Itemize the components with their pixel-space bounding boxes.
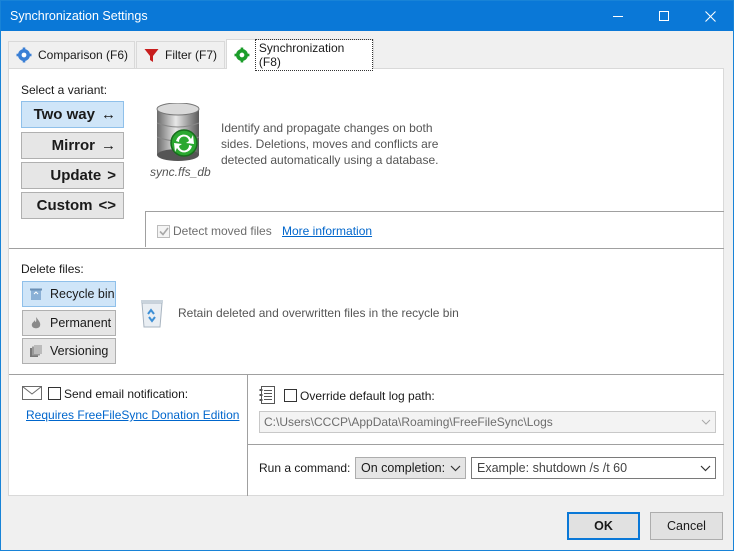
delete-permanent-button[interactable]: Permanent — [22, 310, 116, 336]
run-command-placeholder: Example: shutdown /s /t 60 — [477, 461, 628, 475]
variant-custom-button[interactable]: Custom <> — [21, 192, 124, 219]
delete-permanent-label: Permanent — [50, 316, 112, 330]
gear-blue-icon — [16, 47, 32, 63]
ok-button[interactable]: OK — [567, 512, 640, 540]
variant-mirror-button[interactable]: Mirror → — [21, 132, 124, 159]
sync-panel: Select a variant: Two way ↔ Mirror → Upd… — [8, 68, 724, 496]
minimize-icon — [613, 16, 623, 17]
maximize-button[interactable] — [641, 1, 687, 31]
variant-two-way-label: Two way — [33, 106, 95, 123]
section-divider — [9, 374, 724, 375]
override-log-path-checkbox[interactable] — [284, 389, 297, 402]
minimize-button[interactable] — [595, 1, 641, 31]
divider — [145, 211, 146, 247]
flame-icon — [31, 317, 41, 329]
run-command-when-value: On completion: — [361, 461, 446, 475]
cancel-label: Cancel — [667, 519, 706, 533]
delete-description: Retain deleted and overwritten files in … — [178, 306, 459, 320]
tab-filter[interactable]: Filter (F7) — [136, 41, 225, 68]
variant-custom-label: Custom — [36, 197, 93, 214]
run-command-label: Run a command: — [259, 461, 351, 475]
section-divider — [247, 374, 248, 496]
custom-arrows-icon: <> — [98, 197, 116, 214]
chevron-down-icon — [450, 465, 461, 472]
delete-versioning-label: Versioning — [50, 344, 109, 358]
database-sync-icon — [156, 103, 200, 161]
delete-versioning-button[interactable]: Versioning — [22, 338, 116, 364]
variant-heading: Select a variant: — [21, 83, 108, 97]
delete-heading: Delete files: — [21, 262, 84, 276]
more-information-link[interactable]: More information — [282, 224, 372, 238]
checkmark-icon — [158, 227, 169, 236]
funnel-icon — [144, 48, 159, 62]
divider — [145, 211, 724, 212]
variant-update-label: Update — [50, 167, 102, 184]
variant-update-button[interactable]: Update > — [21, 162, 124, 189]
maximize-icon — [659, 11, 669, 21]
window-title: Synchronization Settings — [10, 9, 148, 23]
tab-comparison[interactable]: Comparison (F6) — [8, 41, 135, 68]
log-path-input[interactable]: C:\Users\CCCP\AppData\Roaming\FreeFileSy… — [259, 411, 716, 433]
versioning-icon — [30, 345, 42, 357]
ok-label: OK — [594, 519, 613, 533]
log-file-icon — [259, 386, 275, 404]
tab-synchronization-label: Synchronization (F8) — [254, 38, 373, 71]
log-path-value: C:\Users\CCCP\AppData\Roaming\FreeFileSy… — [264, 415, 553, 429]
close-button[interactable] — [687, 1, 733, 31]
close-icon — [704, 10, 716, 22]
variant-mirror-label: Mirror — [51, 137, 95, 154]
delete-recycle-bin-label: Recycle bin — [50, 287, 115, 301]
email-notification-label: Send email notification: — [64, 387, 189, 401]
donation-edition-link[interactable]: Requires FreeFileSync Donation Edition — [26, 408, 239, 422]
chevron-down-icon — [701, 419, 711, 425]
override-log-path-label: Override default log path: — [300, 389, 435, 403]
section-divider — [9, 248, 724, 249]
recycle-bin-icon — [30, 288, 42, 300]
detect-moved-label: Detect moved files — [173, 224, 272, 238]
variant-two-way-button[interactable]: Two way ↔ — [21, 101, 124, 128]
run-command-when-select[interactable]: On completion: — [355, 457, 466, 479]
envelope-icon — [22, 386, 42, 400]
cancel-button[interactable]: Cancel — [650, 512, 723, 540]
run-command-input[interactable]: Example: shutdown /s /t 60 — [471, 457, 716, 479]
chevron-down-icon — [700, 465, 711, 472]
recycle-bin-large-icon — [141, 300, 163, 328]
two-way-arrow-icon: ↔ — [101, 106, 116, 123]
tab-comparison-label: Comparison (F6) — [38, 48, 129, 62]
tab-filter-label: Filter (F7) — [165, 48, 217, 62]
title-bar: Synchronization Settings — [1, 1, 733, 31]
gear-green-icon — [234, 47, 250, 62]
variant-description: Identify and propagate changes on both s… — [221, 121, 439, 167]
email-notification-checkbox[interactable] — [48, 387, 61, 400]
tab-synchronization[interactable]: Synchronization (F8) — [226, 38, 374, 71]
right-arrow-icon: → — [101, 137, 116, 154]
db-caption: sync.ffs_db — [150, 165, 211, 179]
divider — [247, 444, 724, 445]
delete-recycle-bin-button[interactable]: Recycle bin — [22, 281, 116, 307]
sync-settings-window: Synchronization Settings Comparison (F6) — [0, 0, 734, 551]
chevron-right-icon: > — [107, 167, 116, 184]
detect-moved-checkbox[interactable] — [157, 225, 170, 238]
